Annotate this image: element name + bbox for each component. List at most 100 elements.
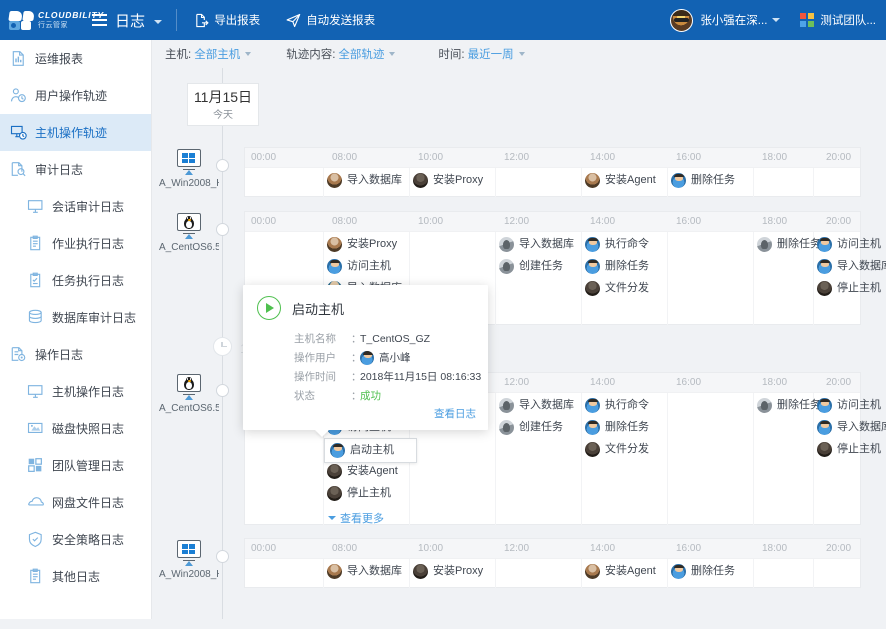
- disk-snapshot-icon: [27, 420, 44, 437]
- timeline-event[interactable]: 安装Proxy: [327, 237, 397, 252]
- timeline-event[interactable]: 执行命令: [585, 398, 649, 413]
- timeline-event[interactable]: 启动主机: [324, 438, 417, 463]
- team-name-label[interactable]: 测试团队...: [820, 12, 876, 28]
- timeline-event[interactable]: 安装Agent: [585, 173, 656, 188]
- sidebar-item-8[interactable]: 操作日志: [0, 336, 151, 373]
- avatar: [499, 420, 514, 435]
- timeline-event[interactable]: 导入数据库: [817, 259, 886, 274]
- filter-host-value[interactable]: 全部主机: [194, 46, 240, 62]
- export-report-button[interactable]: 导出报表: [194, 12, 260, 28]
- column-divider-4: [667, 393, 668, 525]
- event-detail-popup[interactable]: 启动主机 主机名称：T_CentOS_GZ操作用户：高小峰操作时间：2018年1…: [243, 285, 488, 430]
- avatar: [585, 398, 600, 413]
- timeline-event[interactable]: 文件分发: [585, 281, 649, 296]
- popup-header: 启动主机: [243, 285, 488, 320]
- time-tick-4: 14:00: [590, 543, 615, 554]
- time-tick-4: 14:00: [590, 216, 615, 227]
- popup-row-value: 高小峰: [379, 350, 411, 365]
- sidebar-item-label: 团队管理日志: [52, 460, 124, 472]
- timeline-event[interactable]: 删除任务: [585, 420, 649, 435]
- timeline-event-label: 删除任务: [605, 422, 649, 433]
- clipboard-task-icon: [27, 272, 44, 289]
- filter-host[interactable]: 主机: 全部主机: [165, 46, 251, 62]
- timeline-event[interactable]: 安装Proxy: [413, 173, 483, 188]
- timeline-event[interactable]: 导入数据库: [499, 237, 574, 252]
- timeline-event[interactable]: 访问主机: [817, 237, 881, 252]
- timeline-event[interactable]: 停止主机: [817, 442, 881, 457]
- sidebar-item-14[interactable]: 其他日志: [0, 558, 151, 595]
- timeline-event[interactable]: 停止主机: [327, 486, 391, 501]
- timeline-event[interactable]: 安装Proxy: [413, 564, 483, 579]
- timeline-event[interactable]: 导入数据库: [499, 398, 574, 413]
- timeline-event[interactable]: 执行命令: [585, 237, 649, 252]
- sidebar-item-1[interactable]: 用户操作轨迹: [0, 77, 151, 114]
- timeline-event[interactable]: 导入数据库: [817, 420, 886, 435]
- sidebar-item-9[interactable]: 主机操作日志: [0, 373, 151, 410]
- timeline-event[interactable]: 安装Agent: [585, 564, 656, 579]
- chevron-down-icon: [245, 52, 251, 56]
- team-grid-icon[interactable]: [800, 13, 814, 27]
- host-name-label: A_Win2008_HN: [159, 569, 219, 580]
- filter-trace-value[interactable]: 全部轨迹: [338, 46, 384, 62]
- audit-log-icon: [10, 161, 27, 178]
- timeline-event[interactable]: 删除任务: [757, 237, 821, 252]
- view-more-button[interactable]: 查看更多: [328, 510, 384, 526]
- host-entry-3[interactable]: A_Win2008_HN: [159, 540, 219, 580]
- sidebar-item-4[interactable]: 会话审计日志: [0, 188, 151, 225]
- timeline-event[interactable]: 删除任务: [671, 564, 735, 579]
- host-entry-2[interactable]: A_CentOS6.5_H...: [159, 374, 219, 414]
- timeline-event[interactable]: 导入数据库: [327, 564, 402, 579]
- time-axis-header: 00:0008:0010:0012:0014:0016:0018:0020:00…: [245, 212, 860, 232]
- sidebar-item-12[interactable]: 网盘文件日志: [0, 484, 151, 521]
- sidebar-item-label: 数据库审计日志: [52, 312, 136, 324]
- hamburger-icon[interactable]: [92, 14, 107, 26]
- event-panel-body: 导入数据库安装Proxy 安装Agent 删除任务: [245, 559, 860, 588]
- timeline-event[interactable]: 创建任务: [499, 420, 563, 435]
- timeline-event-label: 安装Proxy: [347, 239, 397, 250]
- timeline-event[interactable]: 访问主机: [817, 398, 881, 413]
- timeline-event[interactable]: 文件分发: [585, 442, 649, 457]
- filter-trace-content[interactable]: 轨迹内容: 全部轨迹: [286, 46, 395, 62]
- sidebar-item-2[interactable]: 主机操作轨迹: [0, 114, 151, 151]
- timeline-event[interactable]: 访问主机: [327, 259, 391, 274]
- timeline-event[interactable]: 删除任务: [671, 173, 735, 188]
- sidebar-item-10[interactable]: 磁盘快照日志: [0, 410, 151, 447]
- brand-logo[interactable]: CLOUDBILITY 行云管家: [0, 10, 82, 30]
- avatar[interactable]: [670, 9, 693, 32]
- host-entry-1[interactable]: A_CentOS6.5_H...: [159, 213, 219, 253]
- sidebar-item-5[interactable]: 作业执行日志: [0, 225, 151, 262]
- sidebar-item-6[interactable]: 任务执行日志: [0, 262, 151, 299]
- host-entry-0[interactable]: A_Win2008_HN1...: [159, 149, 219, 189]
- avatar: [327, 464, 342, 479]
- auto-send-report-button[interactable]: 自动发送报表: [286, 12, 375, 28]
- sidebar-item-13[interactable]: 安全策略日志: [0, 521, 151, 558]
- sidebar-item-label: 运维报表: [35, 53, 83, 65]
- sidebar-item-7[interactable]: 数据库审计日志: [0, 299, 151, 336]
- column-divider-3: [581, 393, 582, 525]
- sidebar-item-11[interactable]: 团队管理日志: [0, 447, 151, 484]
- popup-row-3: 状态：成功: [294, 386, 488, 405]
- timeline-event-label: 安装Proxy: [433, 175, 483, 186]
- module-title[interactable]: 日志: [115, 10, 162, 31]
- filter-time-value[interactable]: 最近一周: [468, 46, 514, 62]
- sidebar-item-0[interactable]: 运维报表: [0, 40, 151, 77]
- chevron-down-icon[interactable]: [772, 18, 780, 22]
- avatar: [327, 564, 342, 579]
- view-log-link[interactable]: 查看日志: [434, 406, 476, 421]
- linux-host-icon: [174, 213, 204, 239]
- timeline-event-label: 文件分发: [605, 283, 649, 294]
- timeline-event[interactable]: 删除任务: [757, 398, 821, 413]
- filter-time-range[interactable]: 时间: 最近一周: [438, 46, 524, 62]
- timeline-event[interactable]: 安装Agent: [327, 464, 398, 479]
- sidebar: 运维报表用户操作轨迹主机操作轨迹审计日志会话审计日志作业执行日志任务执行日志数据…: [0, 40, 152, 619]
- timeline-event[interactable]: 导入数据库: [327, 173, 402, 188]
- timeline-event[interactable]: 停止主机: [817, 281, 881, 296]
- avatar: [360, 351, 374, 365]
- event-panel-3: 00:0008:0010:0012:0014:0016:0018:0020:00…: [244, 538, 861, 588]
- timeline-event[interactable]: 创建任务: [499, 259, 563, 274]
- export-report-icon: [194, 13, 209, 28]
- user-name-label[interactable]: 张小强在深...: [700, 12, 767, 28]
- sidebar-item-label: 磁盘快照日志: [52, 423, 124, 435]
- sidebar-item-3[interactable]: 审计日志: [0, 151, 151, 188]
- timeline-event[interactable]: 删除任务: [585, 259, 649, 274]
